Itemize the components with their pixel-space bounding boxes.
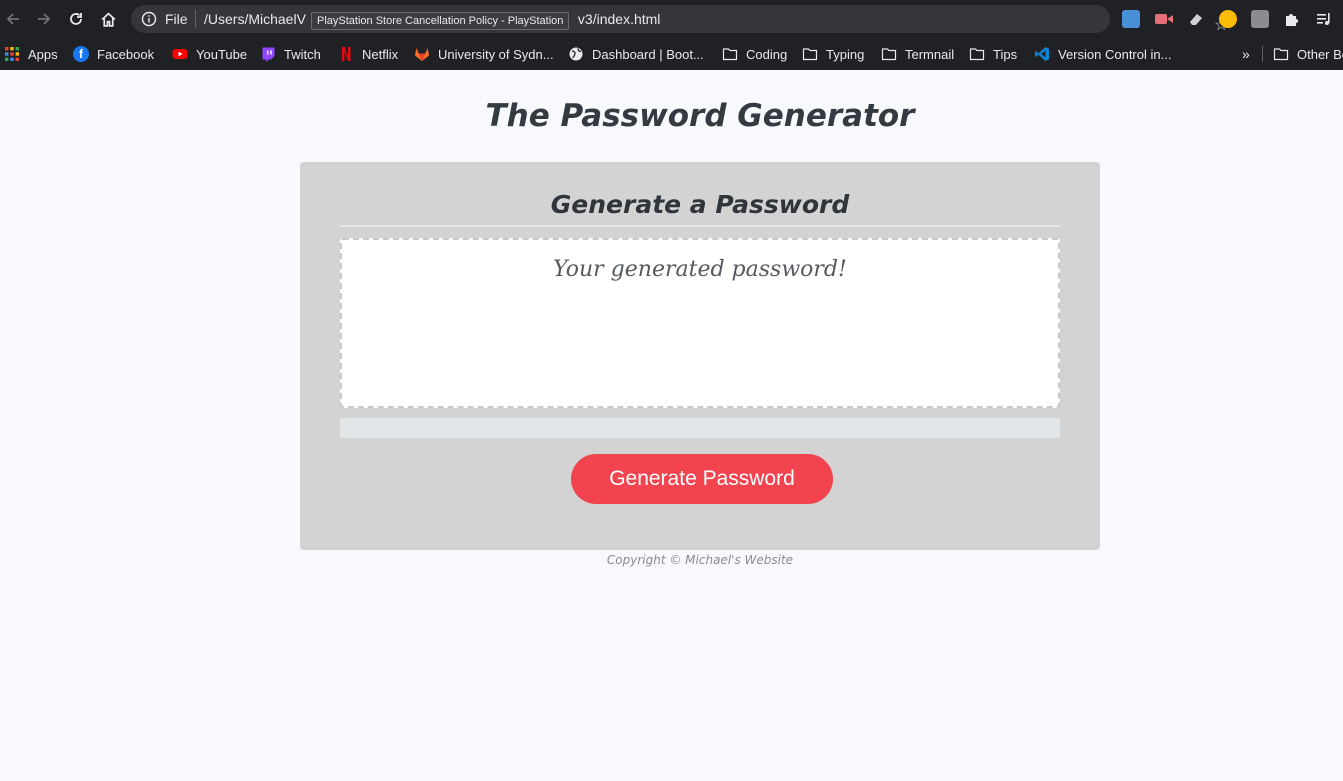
bookmark-dashboard[interactable]: Dashboard | Boot... <box>568 44 704 64</box>
bookmark-folder-typing[interactable]: Typing <box>802 44 864 64</box>
globe-icon <box>569 47 583 61</box>
url-scheme-label: File <box>165 11 188 27</box>
bookmark-twitch[interactable]: Twitch <box>260 44 321 64</box>
extension-chrome-check-icon[interactable] <box>1219 10 1237 28</box>
extensions-puzzle-icon[interactable] <box>1283 10 1301 28</box>
password-placeholder: Your generated password! <box>553 257 847 282</box>
copyright-footer: Copyright © Michael's Website <box>606 553 794 567</box>
apps-grid-icon <box>5 47 19 61</box>
extension-record-icon[interactable] <box>1154 10 1174 28</box>
home-button[interactable] <box>97 8 119 30</box>
back-button[interactable] <box>2 8 24 30</box>
twitch-icon <box>262 47 275 62</box>
extension-r-icon[interactable] <box>1251 10 1269 28</box>
bookmarks-divider <box>1262 46 1263 62</box>
home-icon <box>101 12 115 27</box>
bookmark-label: University of Sydn... <box>438 46 554 62</box>
url-path-start: /Users/MichaelV <box>204 11 306 27</box>
folder-icon <box>881 48 897 61</box>
info-icon[interactable] <box>141 11 157 27</box>
bookmark-apps[interactable]: Apps <box>4 44 58 64</box>
bookmark-label: Facebook <box>97 46 155 62</box>
folder-icon <box>1273 48 1289 61</box>
generator-card: Generate a Password Your generated passw… <box>300 162 1100 550</box>
back-arrow-icon <box>6 13 19 25</box>
netflix-icon <box>342 47 351 61</box>
folder-icon <box>969 48 985 61</box>
other-bookmarks[interactable]: Other Bo <box>1273 44 1343 64</box>
page-title: The Password Generator <box>485 98 915 134</box>
omnibox-divider <box>195 10 196 28</box>
gitlab-icon <box>415 48 429 61</box>
bookmark-label: Typing <box>826 46 865 62</box>
bookmark-label: Tips <box>993 46 1018 62</box>
youtube-icon <box>172 49 188 59</box>
bookmark-youtube[interactable]: YouTube <box>172 44 247 64</box>
bookmark-label: Termnail <box>905 46 955 62</box>
bookmark-version-control[interactable]: Version Control in... <box>1034 44 1171 64</box>
generate-password-button[interactable]: Generate Password <box>571 454 833 504</box>
folder-icon <box>802 48 818 61</box>
bookmark-folder-coding[interactable]: Coding <box>722 44 787 64</box>
bookmark-folder-tips[interactable]: Tips <box>969 44 1017 64</box>
forward-arrow-icon <box>38 13 51 25</box>
bookmark-netflix[interactable]: Netflix <box>338 44 398 64</box>
media-controls-icon[interactable] <box>1315 10 1333 28</box>
bookmark-facebook[interactable]: f Facebook <box>73 44 154 64</box>
bookmark-label: Coding <box>746 46 788 62</box>
bookmarks-bar: Apps f Facebook YouTube Twitch Netflix U… <box>0 38 1343 70</box>
browser-toolbar: File /Users/MichaelVv3/index.html ☆ Play… <box>0 0 1343 38</box>
folder-icon <box>722 48 738 61</box>
card-footer-strip <box>340 418 1060 438</box>
bookmark-label: Netflix <box>362 46 399 62</box>
tab-tooltip: PlayStation Store Cancellation Policy - … <box>311 12 570 30</box>
address-bar[interactable]: File /Users/MichaelVv3/index.html ☆ <box>131 5 1228 34</box>
extension-eraser-icon[interactable] <box>1187 10 1205 28</box>
bookmark-label: Dashboard | Boot... <box>592 46 704 62</box>
bookmarks-overflow-button[interactable]: » <box>1242 44 1250 64</box>
card-title: Generate a Password <box>550 190 850 219</box>
bookmark-label: Apps <box>28 46 58 62</box>
url-path-end: v3/index.html <box>577 11 661 27</box>
reload-icon <box>70 13 82 25</box>
extension-toggle-icon[interactable] <box>1122 10 1140 28</box>
bookmark-university[interactable]: University of Sydn... <box>414 44 554 64</box>
browser-chrome: File /Users/MichaelVv3/index.html ☆ Play… <box>0 0 1343 70</box>
card-divider <box>340 225 1060 227</box>
bookmark-label: Twitch <box>284 46 321 62</box>
reload-button[interactable] <box>65 8 87 30</box>
vscode-icon <box>1035 47 1049 61</box>
facebook-icon: f <box>73 46 89 62</box>
bookmark-folder-termnail[interactable]: Termnail <box>881 44 954 64</box>
password-textarea[interactable]: Your generated password! <box>340 238 1060 408</box>
bookmark-label: Other Bo <box>1297 46 1343 62</box>
bookmark-label: YouTube <box>196 46 248 62</box>
forward-button[interactable] <box>33 8 55 30</box>
bookmark-label: Version Control in... <box>1058 46 1172 62</box>
